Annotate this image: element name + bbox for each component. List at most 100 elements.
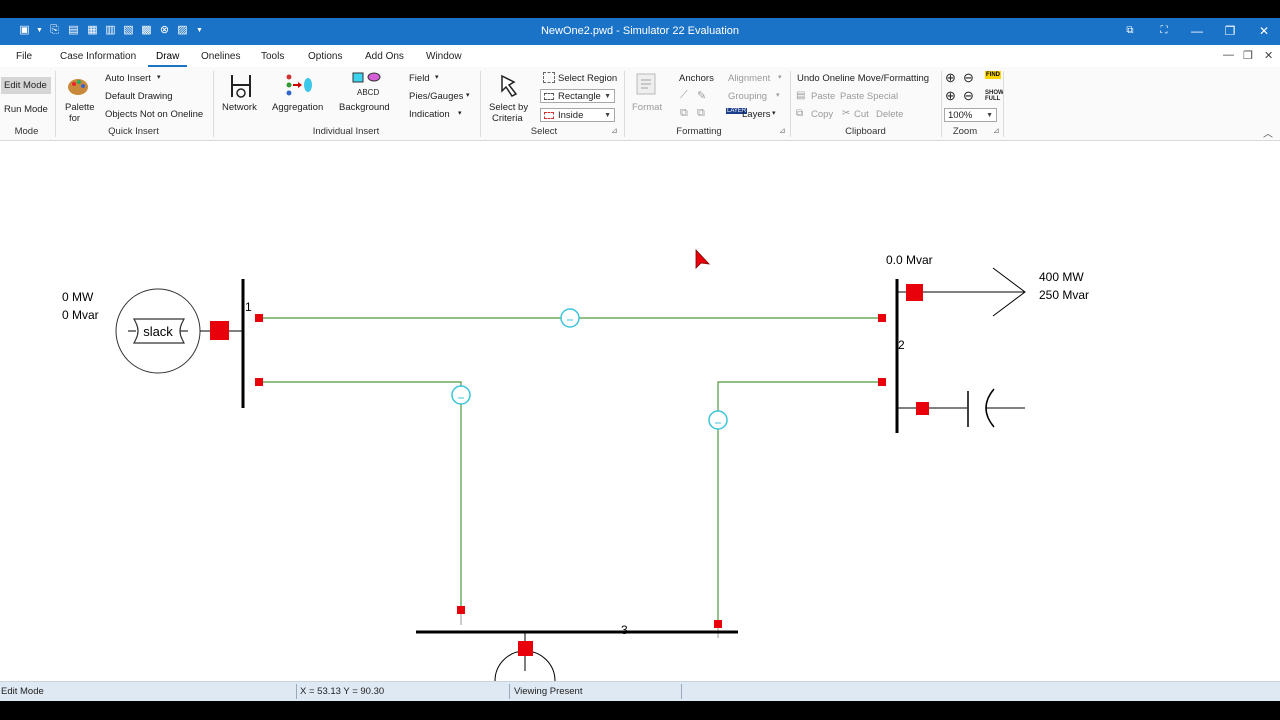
indication-dropdown-icon[interactable]: ▾ (458, 109, 462, 117)
find-icon[interactable]: FIND (985, 71, 1001, 79)
zoom-in-icon[interactable]: ⊕ (945, 88, 956, 104)
line-2-3[interactable] (717, 381, 882, 624)
grouping-button[interactable]: Grouping (728, 91, 767, 102)
breaker-gen1[interactable] (210, 321, 229, 340)
layers-button[interactable]: Layers (742, 109, 771, 120)
flow-circle-1-3[interactable] (451, 385, 471, 405)
breaker-line-1-2-from[interactable] (255, 314, 263, 322)
bus-3-label: 3 (621, 623, 628, 637)
load-symbol[interactable] (922, 267, 1026, 317)
undo-button[interactable]: Undo Oneline Move/Formatting (797, 73, 929, 84)
bus-1-label: 1 (245, 300, 252, 314)
cut-button[interactable]: Cut (854, 109, 869, 120)
layers-dropdown-icon[interactable]: ▾ (772, 109, 776, 117)
flow-circle-2-3[interactable] (708, 410, 728, 430)
fullscreen-icon[interactable]: ⛶ (1154, 22, 1174, 40)
format-button[interactable]: Format (632, 102, 662, 113)
oneline-canvas[interactable]: 1 2 3 slack 0 MW 0 Mvar 0.0 Mvar 400 MW … (0, 141, 1280, 681)
menu-case-information[interactable]: Case Information (60, 51, 136, 62)
palette-icon (68, 79, 88, 95)
copy-button[interactable]: Copy (811, 109, 833, 120)
zoom-dialog-launcher-icon[interactable]: ⊿ (993, 126, 1000, 135)
mouse-cursor-icon (695, 248, 711, 269)
show-full-icon[interactable]: SHOW FULL (985, 90, 1004, 102)
select-shape-value: Rectangle (558, 91, 601, 102)
zoom-area-icon[interactable]: ⊕ (945, 70, 956, 86)
breaker-line-2-3-to[interactable] (714, 620, 722, 628)
maximize-button[interactable]: ❐ (1220, 22, 1240, 40)
minimize-button[interactable]: — (1187, 22, 1207, 40)
ungroup-objects-icon[interactable]: ⧉ (697, 107, 705, 120)
gen1-mvar: 0 Mvar (62, 308, 99, 322)
pencil-icon[interactable]: ✎ (697, 89, 706, 102)
group-clipboard-label: Clipboard (845, 126, 886, 137)
restore-icon[interactable]: ⧉ (1120, 22, 1140, 40)
menu-onelines[interactable]: Onelines (201, 51, 240, 62)
group-quick-insert-label: Quick Insert (108, 126, 159, 137)
select-shape-combo[interactable]: Rectangle ▼ (540, 89, 615, 103)
line-1-3[interactable] (259, 381, 462, 610)
menu-tools[interactable]: Tools (261, 51, 284, 62)
breaker-line-1-3-from[interactable] (255, 378, 263, 386)
auto-insert-dropdown-icon[interactable]: ▾ (157, 73, 161, 81)
grouping-dropdown-icon[interactable]: ▾ (776, 91, 780, 99)
load-mw: 400 MW (1039, 270, 1084, 284)
alignment-dropdown-icon[interactable]: ▾ (778, 73, 782, 81)
field-dropdown-icon[interactable]: ▾ (435, 73, 439, 81)
breaker-shunt[interactable] (916, 402, 929, 415)
select-region-icon (543, 72, 555, 83)
aggregation-button[interactable]: Aggregation (272, 102, 323, 113)
network-button[interactable]: Network (222, 102, 257, 113)
select-by-criteria-button[interactable]: Select by (489, 102, 528, 113)
alignment-button[interactable]: Alignment (728, 73, 770, 84)
select-dialog-launcher-icon[interactable]: ⊿ (611, 126, 618, 135)
select-region-button[interactable]: Select Region (558, 73, 617, 84)
status-viewing: Viewing Present (514, 686, 583, 697)
breaker-gen3[interactable] (518, 641, 533, 656)
breaker-line-2-3-from[interactable] (878, 378, 886, 386)
menu-add-ons[interactable]: Add Ons (365, 51, 404, 62)
field-button[interactable]: Field (409, 73, 430, 84)
zoom-out-area-icon[interactable]: ⊖ (963, 70, 974, 86)
edit-mode-button[interactable]: Edit Mode (4, 80, 47, 91)
anchors-button[interactable]: Anchors (679, 73, 714, 84)
status-bar: Edit Mode X = 53.13 Y = 90.30 Viewing Pr… (0, 681, 1280, 701)
background-button[interactable]: Background (339, 102, 390, 113)
menu-window[interactable]: Window (426, 51, 462, 62)
paste-button[interactable]: Paste (811, 91, 835, 102)
default-drawing-button[interactable]: Default Drawing (105, 91, 173, 102)
delete-button[interactable]: Delete (876, 109, 903, 120)
mdi-close-button[interactable]: ✕ (1264, 49, 1273, 62)
objects-not-on-oneline-button[interactable]: Objects Not on Oneline (105, 109, 203, 120)
close-button[interactable]: ✕ (1254, 22, 1274, 40)
paste-special-button[interactable]: Paste Special (840, 91, 898, 102)
auto-insert-button[interactable]: Auto Insert (105, 73, 151, 84)
format-icon (636, 73, 656, 95)
breaker-line-1-2-to[interactable] (878, 314, 886, 322)
menu-options[interactable]: Options (308, 51, 342, 62)
select-mode-combo[interactable]: Inside ▼ (540, 108, 615, 122)
menu-file[interactable]: File (16, 51, 32, 62)
group-zoom-label: Zoom (952, 126, 978, 137)
group-formatting-label: Formatting (676, 126, 722, 137)
collapse-ribbon-icon[interactable]: ︿ (1263, 125, 1273, 140)
gen1-mw: 0 MW (62, 290, 94, 304)
zoom-out-icon[interactable]: ⊖ (963, 88, 974, 104)
flow-circle-1-2[interactable] (560, 308, 580, 328)
breaker-line-1-3-to[interactable] (457, 606, 465, 614)
pies-gauges-button[interactable]: Pies/Gauges (409, 91, 463, 102)
run-mode-button[interactable]: Run Mode (4, 104, 48, 115)
breaker-load[interactable] (906, 284, 923, 301)
status-separator (681, 684, 682, 699)
palette-for-button[interactable]: Palette (65, 102, 95, 113)
group-objects-icon[interactable]: ⧉ (680, 107, 688, 120)
draw-line-icon[interactable]: ⟋ (680, 89, 688, 102)
pies-gauges-dropdown-icon[interactable]: ▾ (466, 91, 470, 99)
mdi-minimize-button[interactable]: — (1223, 49, 1234, 61)
mdi-restore-button[interactable]: ❐ (1243, 49, 1253, 62)
formatting-dialog-launcher-icon[interactable]: ⊿ (779, 126, 786, 135)
indication-button[interactable]: Indication (409, 109, 450, 120)
zoom-combo[interactable]: 100% ▼ (944, 108, 997, 122)
menu-draw[interactable]: Draw (147, 51, 188, 67)
select-by-criteria-icon (501, 74, 518, 97)
